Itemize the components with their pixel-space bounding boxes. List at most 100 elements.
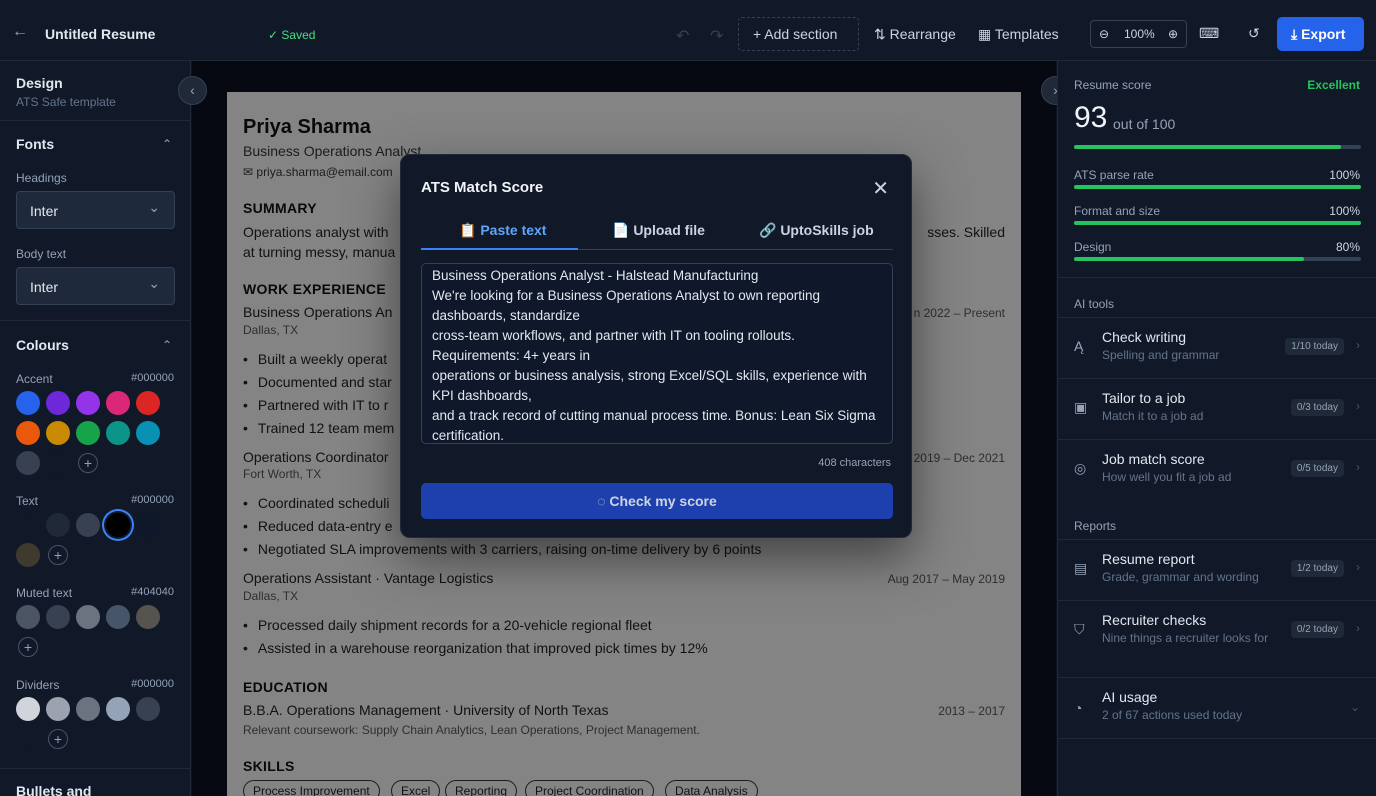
redo-icon[interactable]: ↷: [710, 26, 723, 46]
saved-status: ✓ Saved: [268, 28, 316, 42]
tool-icon: ⛉: [1074, 621, 1085, 637]
colour-swatch[interactable]: [76, 513, 100, 537]
colour-swatch[interactable]: [136, 605, 160, 629]
colour-swatch[interactable]: [16, 391, 40, 415]
colour-swatch[interactable]: [46, 421, 70, 445]
tool-subtitle: How well you fit a job ad: [1102, 470, 1232, 484]
colour-swatch[interactable]: [46, 697, 70, 721]
chevron-right-icon[interactable]: ›: [1356, 460, 1360, 474]
colour-swatch[interactable]: [106, 391, 130, 415]
tool-title: Resume report: [1102, 551, 1195, 567]
headings-font-select[interactable]: Inter: [16, 191, 175, 229]
tab-uptoskills-job[interactable]: 🔗 UptoSkills job: [759, 222, 874, 239]
top-bar: ← Untitled Resume ✓ Saved ↶ ↷ + Add sect…: [0, 0, 1376, 61]
colour-swatch[interactable]: [106, 513, 130, 537]
usage-badge: 1/2 today: [1290, 560, 1344, 577]
add-colour-icon[interactable]: +: [18, 637, 38, 657]
back-arrow-icon[interactable]: ←: [12, 24, 28, 40]
rearrange-button[interactable]: ⇅ Rearrange: [874, 26, 956, 43]
tab-upload-file[interactable]: 📄 Upload file: [612, 222, 705, 239]
tool-row[interactable]: Ą Check writing Spelling and grammar 1/10 t…: [1058, 317, 1376, 378]
ai-usage-row[interactable]: ◔ AI usage 2 of 67 actions used today ⌄: [1058, 677, 1376, 739]
tab-paste-text[interactable]: 📋 Paste text: [459, 222, 546, 239]
job-description-textarea[interactable]: Business Operations Analyst - Halstead M…: [421, 263, 893, 444]
muted-swatches: +: [16, 605, 176, 665]
document-title[interactable]: Untitled Resume: [45, 26, 155, 42]
colour-swatch[interactable]: [76, 391, 100, 415]
tool-row[interactable]: ▣ Tailor to a job Match it to a job ad 0/3 …: [1058, 378, 1376, 439]
colour-swatch[interactable]: [46, 513, 70, 537]
metric-label: ATS parse rate: [1074, 168, 1154, 182]
divider: [0, 768, 190, 769]
text-swatches: +: [16, 513, 176, 573]
export-button[interactable]: ⤓ Export: [1277, 17, 1364, 51]
metric-bar-fill: [1074, 221, 1361, 225]
tool-row[interactable]: ◎ Job match score How well you fit a job a…: [1058, 439, 1376, 500]
zoom-in-icon[interactable]: ⊕: [1168, 27, 1178, 41]
add-colour-icon[interactable]: +: [78, 453, 98, 473]
fonts-title: Fonts: [16, 136, 55, 152]
accent-label: Accent: [16, 372, 53, 386]
colour-swatch[interactable]: [136, 391, 160, 415]
tool-subtitle: Match it to a job ad: [1102, 409, 1204, 423]
colour-swatch[interactable]: [16, 605, 40, 629]
check-score-button[interactable]: ◌ Check my score: [421, 483, 893, 519]
muted-text-hex: #404040: [131, 586, 174, 598]
chevron-right-icon[interactable]: ›: [1356, 560, 1360, 574]
metric-label: Design: [1074, 240, 1112, 254]
colour-swatch[interactable]: [16, 727, 40, 751]
close-icon[interactable]: ✕: [872, 176, 889, 201]
metric-value: 100%: [1329, 168, 1360, 182]
colour-swatch[interactable]: [16, 543, 40, 567]
colour-swatch[interactable]: [76, 421, 100, 445]
chevron-right-icon[interactable]: ›: [1356, 399, 1360, 413]
body-font-select[interactable]: Inter: [16, 267, 175, 305]
body-text-label: Body text: [16, 247, 67, 261]
colour-swatch[interactable]: [46, 451, 70, 475]
templates-button[interactable]: ▦ Templates: [978, 26, 1059, 43]
colour-swatch[interactable]: [136, 697, 160, 721]
dividers-label: Dividers: [16, 678, 60, 692]
colour-swatch[interactable]: [136, 513, 160, 537]
chevron-right-icon[interactable]: ›: [1356, 621, 1360, 635]
undo-icon[interactable]: ↶: [676, 26, 689, 46]
colour-swatch[interactable]: [76, 697, 100, 721]
add-section-button[interactable]: + Add section: [738, 17, 859, 51]
colour-swatch[interactable]: [136, 421, 160, 445]
colour-swatch[interactable]: [46, 605, 70, 629]
tool-icon: ▤: [1074, 560, 1088, 576]
divider: [0, 120, 190, 121]
colour-swatch[interactable]: [16, 421, 40, 445]
tool-icon: ▣: [1074, 399, 1088, 415]
chevron-up-icon[interactable]: ⌃: [162, 338, 172, 352]
reports-heading: Reports: [1074, 519, 1117, 533]
metric-bar: [1074, 185, 1361, 189]
tool-row[interactable]: ⛉ Recruiter checks Nine things a recruiter…: [1058, 600, 1376, 661]
colour-swatch[interactable]: [46, 391, 70, 415]
add-colour-icon[interactable]: +: [48, 729, 68, 749]
metric-value: 100%: [1329, 204, 1360, 218]
add-colour-icon[interactable]: +: [48, 545, 68, 565]
ats-match-modal: ATS Match Score ✕ 📋 Paste text 📄 Upload …: [400, 154, 912, 538]
colour-swatch[interactable]: [106, 421, 130, 445]
usage-badge: 0/5 today: [1290, 460, 1344, 477]
colour-swatch[interactable]: [76, 605, 100, 629]
history-icon[interactable]: ↺: [1248, 25, 1260, 42]
collapse-left-icon[interactable]: ‹: [178, 76, 207, 105]
colour-swatch[interactable]: [16, 451, 40, 475]
tool-row[interactable]: ▤ Resume report Grade, grammar and wording…: [1058, 539, 1376, 600]
chevron-right-icon[interactable]: ›: [1356, 338, 1360, 352]
usage-badge: 1/10 today: [1285, 338, 1344, 355]
chevron-up-icon[interactable]: ⌃: [162, 137, 172, 151]
tool-title: Job match score: [1102, 451, 1205, 467]
text-colour-hex: #000000: [131, 494, 174, 506]
chevron-down-icon[interactable]: ⌄: [1350, 700, 1360, 714]
colour-swatch[interactable]: [106, 605, 130, 629]
colour-swatch[interactable]: [106, 697, 130, 721]
score-panel: Resume score Excellent 93 out of 100 ATS…: [1057, 61, 1376, 796]
keyboard-icon[interactable]: ⌨: [1199, 25, 1219, 42]
colour-swatch[interactable]: [16, 697, 40, 721]
zoom-out-icon[interactable]: ⊖: [1099, 27, 1109, 41]
colour-swatch[interactable]: [16, 513, 40, 537]
zoom-level: 100%: [1124, 27, 1155, 41]
